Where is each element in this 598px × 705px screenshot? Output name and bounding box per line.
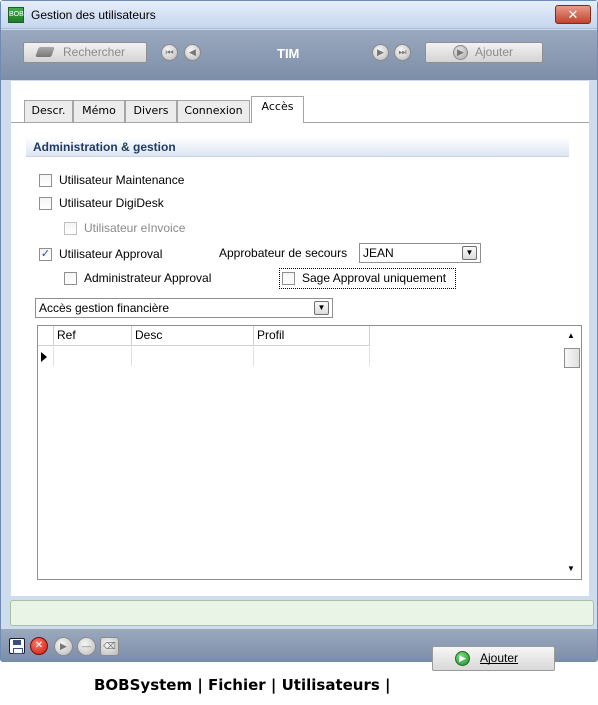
profil-cell[interactable] [254,347,370,366]
maintenance-checkbox[interactable] [39,174,52,187]
search-button-label: Rechercher [63,45,126,59]
backup-approver-value: JEAN [363,246,394,260]
approval-label: Utilisateur Approval [59,247,163,261]
eraser-icon[interactable]: ⌫ [100,637,119,656]
status-bar [10,600,594,626]
scroll-thumb[interactable] [564,348,580,368]
last-record-button[interactable]: ⏭ [394,44,411,61]
save-icon[interactable] [9,638,25,654]
approval-admin-option[interactable]: Administrateur Approval [64,270,264,286]
access-grid[interactable]: Ref Desc Profil ▲ ▼ [37,325,582,580]
first-record-button[interactable]: ⏮ [161,44,178,61]
title-bar[interactable]: BOB Gestion des utilisateurs ✕ [1,1,597,29]
add-icon: ▶ [455,651,470,666]
window-title: Gestion des utilisateurs [31,8,156,22]
approval-option[interactable]: ✓ Utilisateur Approval [39,246,219,262]
current-user-name: TIM [277,46,300,61]
ajouter-button[interactable]: ▶ Ajouter [432,646,555,671]
einvoice-checkbox [64,222,77,235]
previous-record-button[interactable]: ◀ [184,44,201,61]
column-ref[interactable]: Ref [54,326,132,346]
table-row[interactable] [38,347,370,366]
row-header-cell [38,347,54,366]
grid-corner [38,326,54,346]
eraser-icon [35,47,55,57]
digidesk-option[interactable]: Utilisateur DigiDesk [39,195,239,211]
section-title: Administration & gestion [26,137,569,157]
tab-strip: Descr. Mémo Divers Connexion Accès [11,96,589,123]
einvoice-label: Utilisateur eInvoice [84,221,186,235]
ref-cell[interactable] [54,347,132,366]
delete-record-icon[interactable]: — [77,637,96,656]
digidesk-checkbox[interactable] [39,197,52,210]
user-management-window: BOB Gestion des utilisateurs ✕ Recherche… [0,0,598,662]
toolbar: Rechercher ⏮ ◀ TIM ▶ ⏭ ▶ Ajouter [1,30,597,80]
maintenance-option[interactable]: Utilisateur Maintenance [39,172,239,188]
next-record-button[interactable]: ▶ [372,44,389,61]
approval-checkbox[interactable]: ✓ [39,248,52,261]
column-profil[interactable]: Profil [254,326,370,346]
tab-divers[interactable]: Divers [125,100,177,122]
backup-approver-label: Approbateur de secours [219,246,348,260]
search-button[interactable]: Rechercher [23,42,147,63]
app-icon: BOB [8,7,24,23]
add-record-icon[interactable]: ▶ [54,637,73,656]
sage-only-label: Sage Approval uniquement [302,271,447,285]
access-type-select[interactable]: Accès gestion financière ▼ [35,298,333,318]
tab-memo[interactable]: Mémo [73,100,125,122]
digidesk-label: Utilisateur DigiDesk [59,196,164,210]
maintenance-label: Utilisateur Maintenance [59,173,185,187]
desc-cell[interactable] [132,347,254,366]
vertical-scrollbar[interactable]: ▲ ▼ [563,326,581,579]
cancel-icon[interactable]: ✕ [30,637,48,655]
sage-only-option[interactable]: Sage Approval uniquement [282,270,454,286]
einvoice-option: Utilisateur eInvoice [64,220,264,236]
add-button[interactable]: ▶ Ajouter [425,42,543,63]
sage-only-checkbox[interactable] [282,272,295,285]
scroll-up-icon[interactable]: ▲ [567,331,575,340]
tab-connexion[interactable]: Connexion [177,100,250,122]
ajouter-button-label: Ajouter [480,651,519,665]
navigation-path: BOBSystem | Fichier | Utilisateurs | [94,676,391,694]
add-button-label: Ajouter [475,45,514,59]
access-type-value: Accès gestion financière [39,301,170,315]
backup-approver-select[interactable]: JEAN ▼ [359,243,481,263]
approval-admin-checkbox[interactable] [64,272,77,285]
column-desc[interactable]: Desc [132,326,254,346]
add-icon: ▶ [453,45,468,60]
tab-acces[interactable]: Accès [251,96,304,123]
scroll-down-icon[interactable]: ▼ [567,564,575,573]
close-button[interactable]: ✕ [555,5,591,24]
approval-admin-label: Administrateur Approval [84,271,212,285]
chevron-down-icon[interactable]: ▼ [462,246,477,260]
grid-header: Ref Desc Profil [38,326,370,346]
chevron-down-icon[interactable]: ▼ [314,301,329,315]
tab-descr[interactable]: Descr. [24,100,73,122]
